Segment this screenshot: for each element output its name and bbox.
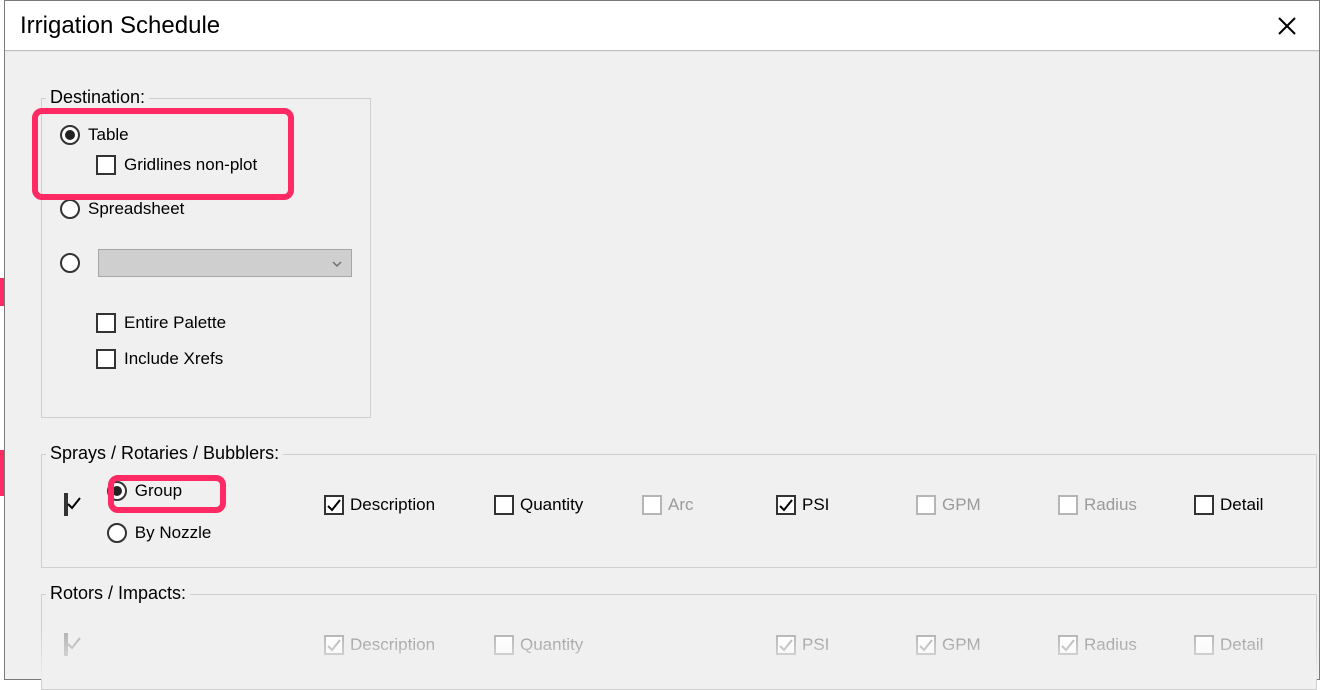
sprays-radius-checkbox xyxy=(1058,495,1078,515)
destination-dropdown-radio[interactable] xyxy=(60,253,80,273)
sprays-group-label: Group xyxy=(135,481,182,501)
sprays-bynozzle-label: By Nozzle xyxy=(135,523,212,543)
rotors-quantity-checkbox xyxy=(494,635,514,655)
rotors-detail-checkbox xyxy=(1194,635,1214,655)
dialog-content: Destination: Table Gridlines non-plot Sp… xyxy=(5,51,1319,679)
titlebar: Irrigation Schedule xyxy=(5,1,1319,51)
rotors-detail-label: Detail xyxy=(1220,635,1263,655)
destination-legend: Destination: xyxy=(46,87,149,108)
rotors-group: Rotors / Impacts: Description xyxy=(41,594,1317,690)
sprays-gpm-checkbox xyxy=(916,495,936,515)
close-icon xyxy=(1277,16,1297,36)
rotors-radius-checkbox xyxy=(1058,635,1078,655)
destination-table-label: Table xyxy=(88,125,129,145)
sprays-legend: Sprays / Rotaries / Bubblers: xyxy=(46,443,283,464)
sprays-group-radio[interactable] xyxy=(107,481,127,501)
gridlines-nonplot-checkbox[interactable] xyxy=(96,155,116,175)
entire-palette-checkbox[interactable] xyxy=(96,313,116,333)
rotors-quantity-label: Quantity xyxy=(520,635,583,655)
sprays-enable-checkbox[interactable] xyxy=(64,493,68,516)
sprays-detail-checkbox[interactable] xyxy=(1194,495,1214,515)
entire-palette-label: Entire Palette xyxy=(124,313,226,333)
sprays-quantity-label: Quantity xyxy=(520,495,583,515)
sprays-arc-label: Arc xyxy=(668,495,694,515)
rotors-psi-checkbox xyxy=(776,635,796,655)
dialog-window: Irrigation Schedule Destination: Table xyxy=(4,0,1320,680)
sprays-quantity-checkbox[interactable] xyxy=(494,495,514,515)
destination-table-radio[interactable] xyxy=(60,125,80,145)
sprays-group: Sprays / Rotaries / Bubblers: Group By N… xyxy=(41,454,1317,568)
rotors-enable-checkbox xyxy=(64,633,68,656)
sprays-radius-label: Radius xyxy=(1084,495,1137,515)
rotors-radius-label: Radius xyxy=(1084,635,1137,655)
destination-spreadsheet-radio[interactable] xyxy=(60,199,80,219)
include-xrefs-label: Include Xrefs xyxy=(124,349,223,369)
rotors-description-label: Description xyxy=(350,635,435,655)
destination-group: Destination: Table Gridlines non-plot Sp… xyxy=(41,98,371,418)
gridlines-nonplot-label: Gridlines non-plot xyxy=(124,155,257,175)
rotors-gpm-checkbox xyxy=(916,635,936,655)
rotors-psi-label: PSI xyxy=(802,635,829,655)
include-xrefs-checkbox[interactable] xyxy=(96,349,116,369)
sprays-description-label: Description xyxy=(350,495,435,515)
chevron-down-icon xyxy=(331,258,343,270)
sprays-detail-label: Detail xyxy=(1220,495,1263,515)
rotors-description-checkbox xyxy=(324,635,344,655)
sprays-bynozzle-radio[interactable] xyxy=(107,523,127,543)
sprays-psi-label: PSI xyxy=(802,495,829,515)
window-title: Irrigation Schedule xyxy=(20,12,1269,40)
destination-spreadsheet-label: Spreadsheet xyxy=(88,199,184,219)
sprays-psi-checkbox[interactable] xyxy=(776,495,796,515)
sprays-description-checkbox[interactable] xyxy=(324,495,344,515)
destination-dropdown[interactable] xyxy=(98,249,352,277)
rotors-gpm-label: GPM xyxy=(942,635,981,655)
close-button[interactable] xyxy=(1269,8,1305,44)
sprays-gpm-label: GPM xyxy=(942,495,981,515)
sprays-arc-checkbox xyxy=(642,495,662,515)
rotors-legend: Rotors / Impacts: xyxy=(46,583,190,604)
